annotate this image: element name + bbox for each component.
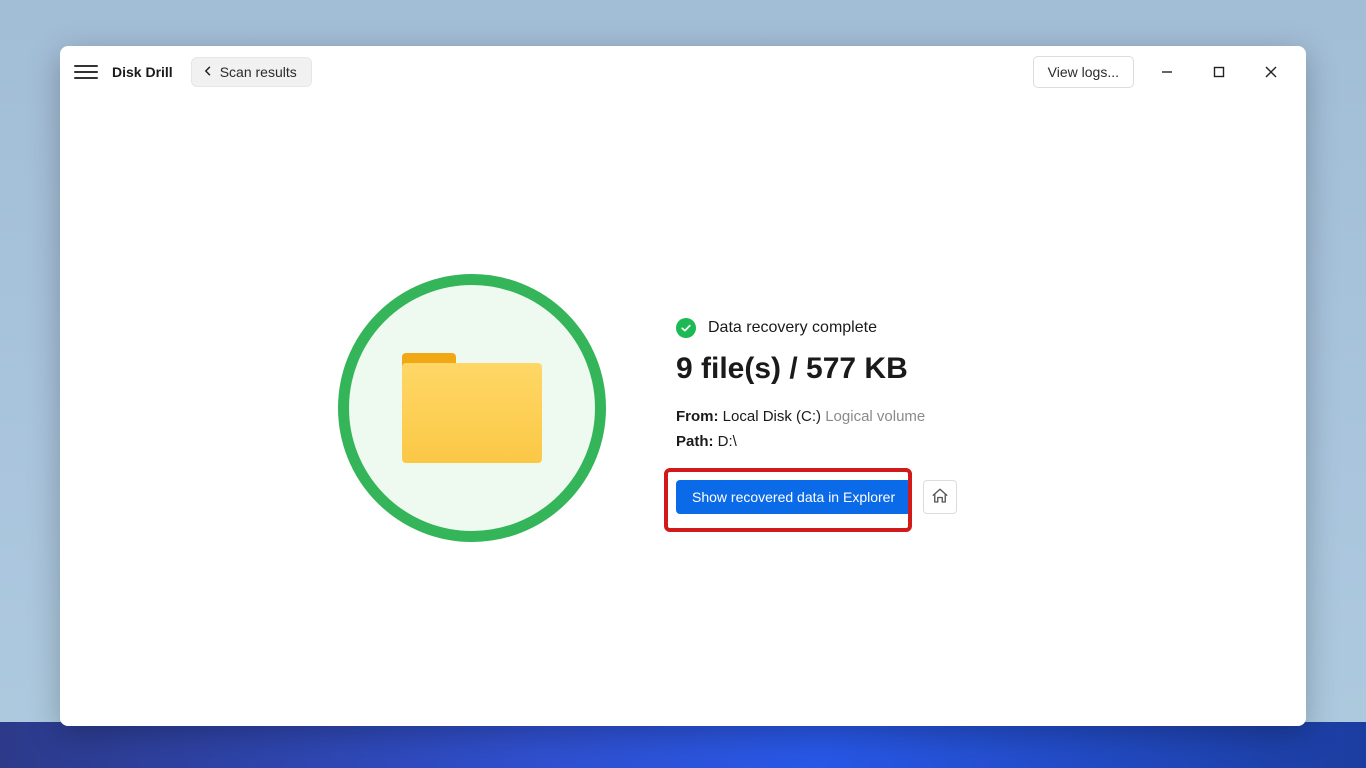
path-line: Path: D:\ [676, 433, 957, 450]
hamburger-menu-button[interactable] [74, 60, 98, 84]
titlebar: Disk Drill Scan results View logs... [60, 46, 1306, 98]
from-volume-type: Logical volume [825, 408, 925, 425]
action-row: Show recovered data in Explorer [676, 480, 957, 514]
from-value: Local Disk (C:) [723, 408, 821, 425]
back-button-label: Scan results [220, 64, 297, 80]
minimize-button[interactable] [1152, 57, 1182, 87]
status-row: Data recovery complete [676, 318, 957, 338]
folder-icon [402, 353, 542, 463]
view-logs-button[interactable]: View logs... [1033, 56, 1134, 88]
info-column: Data recovery complete 9 file(s) / 577 K… [676, 274, 957, 514]
check-circle-icon [676, 318, 696, 338]
back-scan-results-button[interactable]: Scan results [191, 57, 312, 87]
success-circle [338, 274, 606, 542]
from-key: From: [676, 408, 719, 425]
desktop-taskbar-hint [0, 722, 1366, 768]
app-window: Disk Drill Scan results View logs... [60, 46, 1306, 726]
from-line: From: Local Disk (C:) Logical volume [676, 408, 957, 425]
home-icon [931, 487, 949, 508]
recovery-stats: 9 file(s) / 577 KB [676, 352, 957, 386]
home-button[interactable] [923, 480, 957, 514]
path-value: D:\ [718, 433, 737, 450]
chevron-left-icon [202, 64, 214, 80]
status-text: Data recovery complete [708, 319, 877, 337]
close-button[interactable] [1256, 57, 1286, 87]
app-title: Disk Drill [112, 64, 173, 80]
content-area: Data recovery complete 9 file(s) / 577 K… [60, 98, 1306, 726]
maximize-button[interactable] [1204, 57, 1234, 87]
path-key: Path: [676, 433, 714, 450]
window-controls [1152, 57, 1296, 87]
show-recovered-data-button[interactable]: Show recovered data in Explorer [676, 480, 911, 514]
